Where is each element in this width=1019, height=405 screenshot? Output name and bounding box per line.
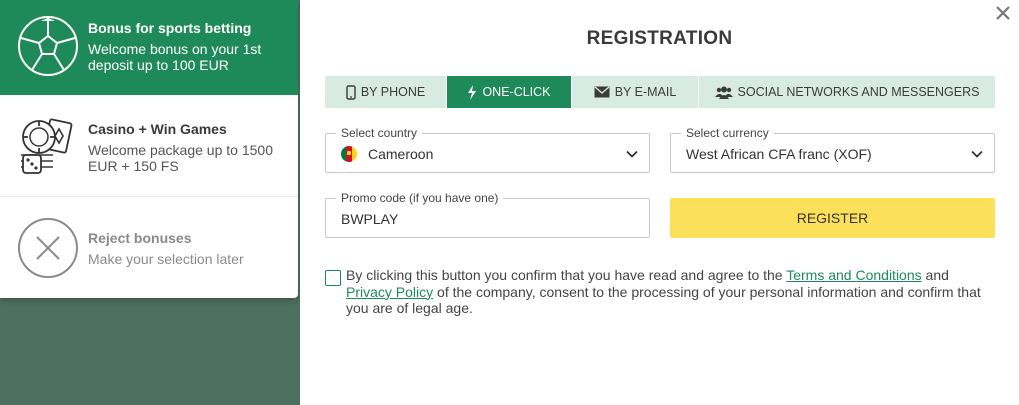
bonus-title: Casino + Win Games: [88, 121, 227, 137]
chevron-down-icon: [971, 150, 983, 158]
currency-select-label: Select currency: [681, 126, 774, 140]
modal-title: REGISTRATION: [586, 28, 733, 49]
currency-select-value: West African CFA franc (XOF): [686, 146, 872, 162]
casino-chips-icon: [17, 115, 79, 177]
tab-social-networks[interactable]: SOCIAL NETWORKS AND MESSENGERS: [699, 76, 995, 108]
lightning-icon: [468, 84, 477, 100]
bonus-description: Welcome bonus on your 1st deposit up to …: [88, 41, 262, 73]
tab-label: SOCIAL NETWORKS AND MESSENGERS: [737, 85, 980, 99]
bonus-panel: Bonus for sports betting Welcome bonus o…: [0, 0, 298, 298]
soccer-ball-icon: [17, 15, 79, 77]
terms-text: By clicking this button you confirm that…: [346, 267, 981, 316]
bonus-option-casino[interactable]: Casino + Win Games Welcome package up to…: [0, 95, 298, 197]
tab-by-phone[interactable]: BY PHONE: [325, 76, 447, 108]
terms-checkbox[interactable]: [325, 270, 341, 286]
tab-label: BY PHONE: [360, 85, 426, 99]
promo-code-field[interactable]: Promo code (if you have one) BWPLAY: [325, 191, 650, 238]
register-button[interactable]: REGISTER: [670, 198, 995, 238]
bonus-description: Make your selection later: [88, 251, 244, 267]
country-select-label: Select country: [336, 126, 423, 140]
bonus-title: Bonus for sports betting: [88, 20, 252, 36]
envelope-icon: [594, 86, 610, 98]
bonus-description: Welcome package up to 1500 EUR + 150 FS: [88, 142, 273, 174]
reject-circle-icon: [17, 217, 79, 279]
country-select[interactable]: Select country Cameroon: [325, 126, 650, 173]
registration-modal: REGISTRATION BY PHONE ONE-CLICK BY E-MAI…: [300, 0, 1019, 405]
promo-code-label: Promo code (if you have one): [336, 191, 504, 205]
tab-one-click[interactable]: ONE-CLICK: [447, 76, 572, 108]
promo-code-value: BWPLAY: [341, 211, 399, 227]
chevron-down-icon: [626, 150, 638, 158]
registration-tabs: BY PHONE ONE-CLICK BY E-MAIL SOCIAL NETW…: [325, 76, 995, 108]
privacy-policy-link[interactable]: Privacy Policy: [346, 284, 433, 300]
bonus-title: Reject bonuses: [88, 230, 192, 246]
close-icon[interactable]: [994, 4, 1012, 22]
users-icon: [714, 86, 733, 99]
bonus-option-reject[interactable]: Reject bonuses Make your selection later: [0, 198, 298, 298]
cameroon-flag-icon: [341, 146, 357, 162]
bonus-option-sports[interactable]: Bonus for sports betting Welcome bonus o…: [0, 0, 298, 95]
tab-label: ONE-CLICK: [482, 85, 551, 99]
currency-select[interactable]: Select currency West African CFA franc (…: [670, 126, 995, 173]
country-select-value: Cameroon: [368, 146, 434, 162]
tab-label: BY E-MAIL: [614, 85, 677, 99]
tab-by-email[interactable]: BY E-MAIL: [572, 76, 699, 108]
phone-icon: [346, 84, 356, 100]
terms-link[interactable]: Terms and Conditions: [786, 267, 921, 283]
